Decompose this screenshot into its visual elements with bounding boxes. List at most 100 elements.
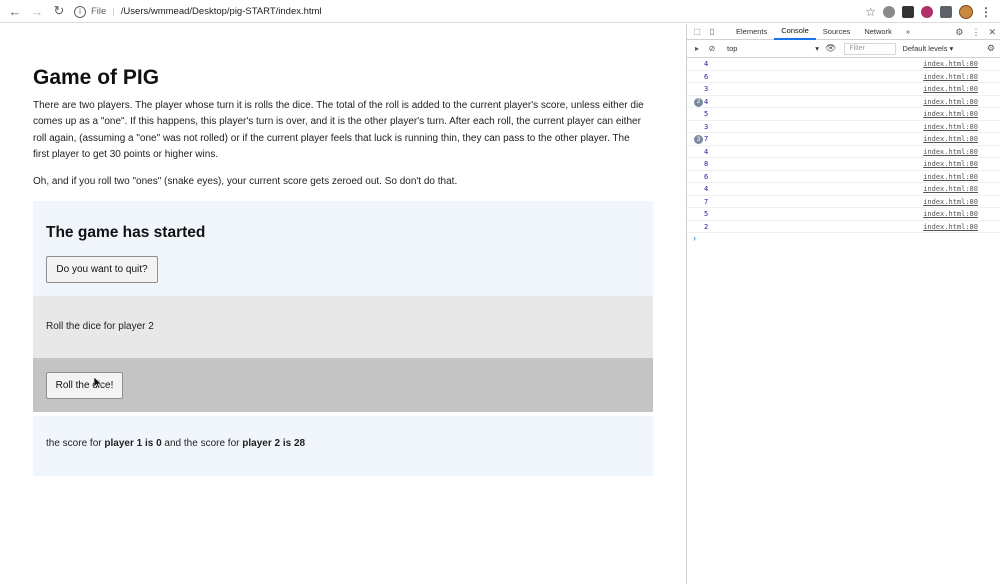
log-source-link[interactable]: index.html:80 [923,73,978,81]
log-value: 3 [704,85,709,93]
console-toolbar: ▸ ⊘ top ▾ 👁 Filter Default levels ▾ ⚙ [687,40,1000,58]
log-row: 4 index.html:80 [687,146,1000,158]
web-page: Game of PIG There are two players. The p… [0,24,686,584]
inspect-element-icon[interactable]: ⬚ [692,27,702,37]
profile-avatar[interactable] [959,4,973,19]
log-levels-dropdown[interactable]: Default levels ▾ [902,44,953,53]
devtools-settings-icon[interactable]: ⚙ [955,27,963,38]
score-section: the score for player 1 is 0 and the scor… [33,416,653,476]
info-icon[interactable]: i [74,5,86,18]
browser-toolbar: ← → ↻ i File | /Users/wmmead/Desktop/pig… [0,0,1000,23]
tab-network[interactable]: Network [857,24,899,40]
context-selector[interactable]: top ▾ [727,44,819,53]
prompt-caret-icon: › [693,233,696,243]
log-row: 3 7 index.html:80 [687,133,1000,146]
log-source-link[interactable]: index.html:80 [923,210,978,218]
console-settings-icon[interactable]: ⚙ [987,43,995,54]
log-source-link[interactable]: index.html:80 [923,173,978,181]
devtools-overflow-icon[interactable]: ⋮ [971,27,980,38]
devtools-close-icon[interactable]: ✕ [988,27,996,38]
extension-circle-icon[interactable] [883,5,895,18]
extension-ring-icon[interactable] [921,5,933,18]
log-source-link[interactable]: index.html:80 [923,135,978,143]
log-value: 6 [704,72,709,81]
tab-sources[interactable]: Sources [816,24,858,40]
log-value: 4 [704,60,709,68]
address-separator: | [112,6,115,17]
quit-button[interactable]: Do you want to quit? [46,256,158,283]
log-source-link[interactable]: index.html:80 [923,110,978,118]
log-value: 7 [704,135,709,143]
console-filter-input[interactable]: Filter [844,42,897,55]
address-bar[interactable]: i File | /Users/wmmead/Desktop/pig-START… [74,3,864,20]
game-status-section: The game has started Do you want to quit… [33,201,653,296]
log-row: 5 index.html:80 [687,108,1000,121]
sidebar-toggle-icon[interactable]: ▸ [692,44,702,54]
address-scheme-label: File [91,6,107,17]
log-source-link[interactable]: index.html:80 [923,198,978,206]
log-value: 6 [704,172,709,181]
back-icon[interactable]: ← [4,1,26,21]
log-source-link[interactable]: index.html:80 [923,223,978,231]
log-source-link[interactable]: index.html:80 [923,85,978,93]
log-row: 6 index.html:80 [687,71,1000,83]
score-line: the score for player 1 is 0 and the scor… [46,438,305,449]
log-source-link[interactable]: index.html:80 [923,98,978,106]
devtools-panel: ⬚ ▯ Elements Console Sources Network » ⚙… [686,24,1000,584]
log-row: 6 index.html:80 [687,171,1000,183]
log-value: 5 [704,110,709,118]
log-row: 7 index.html:80 [687,196,1000,208]
context-dropdown-icon: ▾ [815,44,819,53]
player1-score: player 1 is 0 [104,438,162,449]
live-expression-eye-icon[interactable]: 👁 [825,43,836,54]
log-value: 7 [704,197,709,206]
address-url[interactable]: /Users/wmmead/Desktop/pig-START/index.ht… [121,6,322,17]
log-value: 3 [704,122,709,131]
console-log-list: 4 index.html:80 6 index.html:80 3 index.htm… [687,58,1000,245]
repeat-count-badge: 2 [694,97,703,107]
game-status-heading: The game has started [46,224,206,241]
roll-section: Roll the dice! [33,358,653,412]
log-row: 2 index.html:80 [687,221,1000,233]
console-prompt[interactable]: › [687,233,1000,245]
rules-paragraph: There are two players. The player whose … [33,100,644,160]
tab-console[interactable]: Console [774,24,816,40]
device-toolbar-icon[interactable]: ▯ [707,27,717,37]
warning-paragraph: Oh, and if you roll two "ones" (snake ey… [33,176,458,187]
browser-menu-icon[interactable]: ⋮ [980,5,992,19]
repeat-count-badge: 3 [694,135,703,144]
log-row: 3 index.html:80 [687,83,1000,96]
log-value: 4 [704,185,709,193]
extensions-puzzle-icon[interactable] [940,5,952,18]
turn-label: Roll the dice for player 2 [46,321,154,332]
log-row: 4 index.html:80 [687,183,1000,196]
context-value: top [727,44,738,53]
score-prefix: the score for [46,438,102,449]
log-row: 4 index.html:80 [687,58,1000,71]
toolbar-actions: ☆ ⋮ [865,2,992,21]
log-source-link[interactable]: index.html:80 [923,60,978,68]
log-row: 5 index.html:80 [687,208,1000,221]
page-title: Game of PIG [33,66,160,89]
log-source-link[interactable]: index.html:80 [923,160,978,168]
log-value: 5 [704,210,709,218]
score-middle: and the score for [164,438,240,449]
more-tabs-icon[interactable]: » [899,24,917,40]
log-source-link[interactable]: index.html:80 [923,185,978,193]
forward-icon[interactable]: → [26,1,48,21]
extension-square-icon[interactable] [902,5,914,18]
log-value: 8 [704,160,709,168]
bookmark-star-icon[interactable]: ☆ [865,5,876,19]
reload-icon[interactable]: ↻ [48,1,70,21]
roll-dice-button[interactable]: Roll the dice! [46,372,123,399]
devtools-tabbar: ⬚ ▯ Elements Console Sources Network » ⚙… [687,24,1000,40]
log-row: 2 4 index.html:80 [687,96,1000,108]
log-value: 4 [704,97,709,106]
turn-section: Roll the dice for player 2 [33,296,653,358]
tab-elements[interactable]: Elements [729,24,774,40]
log-row: 3 index.html:80 [687,121,1000,133]
log-source-link[interactable]: index.html:80 [923,123,978,131]
log-source-link[interactable]: index.html:80 [923,148,978,156]
clear-console-icon[interactable]: ⊘ [707,44,717,54]
log-value: 2 [704,222,709,231]
